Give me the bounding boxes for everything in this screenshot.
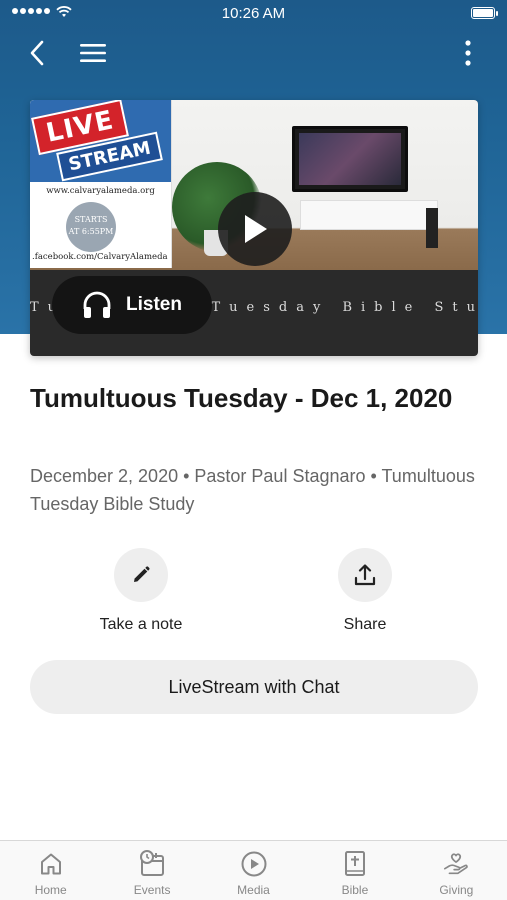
listen-label: Listen: [126, 294, 182, 315]
take-note-label: Take a note: [99, 616, 183, 633]
giving-hand-icon: [442, 850, 470, 878]
badge-starts-line1: STARTS: [74, 215, 108, 224]
status-bar: 10:26 AM: [0, 0, 507, 28]
livestream-chat-button[interactable]: LiveStream with Chat: [30, 660, 478, 714]
chevron-left-icon: [30, 40, 44, 66]
play-icon: [245, 215, 267, 243]
share-label: Share: [343, 616, 387, 633]
pencil-icon: [134, 566, 150, 582]
tab-media[interactable]: Media: [203, 841, 304, 900]
listen-button[interactable]: Listen: [52, 276, 212, 334]
tab-bar: Home Events Media Bible Giving: [0, 840, 507, 900]
tab-bible[interactable]: Bible: [304, 841, 405, 900]
badge-starts-circle: STARTS AT 6:55PM: [66, 202, 116, 252]
play-button[interactable]: [218, 192, 292, 266]
take-note-button[interactable]: Take a note: [66, 548, 216, 634]
tab-media-label: Media: [237, 883, 270, 897]
tab-giving-label: Giving: [439, 883, 474, 897]
tab-events-label: Events: [133, 883, 171, 897]
tv-stand-graphic: [300, 200, 438, 230]
menu-button[interactable]: [76, 36, 110, 70]
more-vertical-icon: [465, 40, 471, 66]
share-icon: [354, 564, 376, 586]
livestream-badge: LIVE STREAM www.calvaryalameda.org START…: [30, 100, 172, 268]
tab-giving[interactable]: Giving: [406, 841, 507, 900]
tab-events[interactable]: Events: [101, 841, 202, 900]
home-icon: [37, 850, 65, 878]
share-button[interactable]: Share: [290, 548, 440, 634]
headphones-icon: [83, 291, 111, 318]
speaker-graphic: [426, 208, 438, 248]
status-time: 10:26 AM: [221, 5, 286, 22]
badge-facebook-text: .facebook.com/CalvaryAlameda: [32, 252, 168, 262]
badge-url-text: www.calvaryalameda.org: [46, 186, 155, 196]
back-button[interactable]: [20, 36, 54, 70]
calendar-clock-icon: [138, 850, 166, 878]
hamburger-icon: [80, 44, 106, 62]
tab-home-label: Home: [34, 883, 67, 897]
bible-icon: [341, 850, 369, 878]
sermon-title: Tumultuous Tuesday - Dec 1, 2020: [30, 383, 453, 413]
battery-icon: [471, 7, 498, 19]
play-circle-icon: [240, 850, 268, 878]
media-card: LIVE STREAM www.calvaryalameda.org START…: [30, 100, 478, 356]
tab-bible-label: Bible: [341, 883, 369, 897]
sermon-meta: December 2, 2020 • Pastor Paul Stagnaro …: [30, 466, 475, 514]
tv-graphic: [292, 126, 408, 192]
badge-starts-line2: AT 6:55PM: [68, 227, 114, 236]
more-options-button[interactable]: [451, 36, 485, 70]
tab-home[interactable]: Home: [0, 841, 101, 900]
